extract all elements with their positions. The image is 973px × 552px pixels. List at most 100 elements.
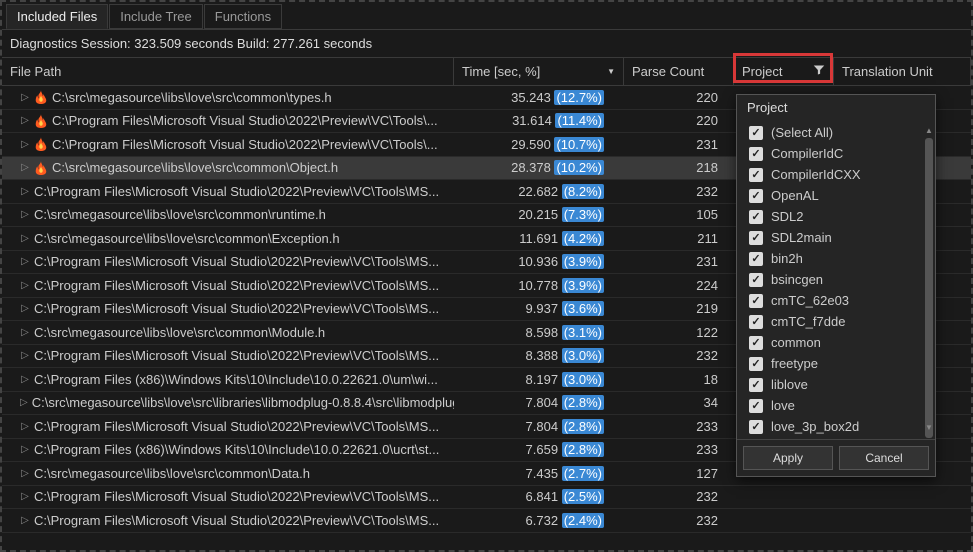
filter-item[interactable]: ✓liblove xyxy=(743,374,929,395)
cell-path: ▷ C:\Program Files\Microsoft Visual Studi… xyxy=(2,511,454,530)
tab-functions[interactable]: Functions xyxy=(204,4,282,29)
filter-item-label: bin2h xyxy=(771,251,803,266)
file-path-text: C:\src\megasource\libs\love\src\librarie… xyxy=(32,395,454,410)
filter-item[interactable]: ✓love xyxy=(743,395,929,416)
col-header-translation[interactable]: Translation Unit xyxy=(834,58,971,85)
scroll-up-icon[interactable]: ▲ xyxy=(925,126,933,136)
expand-icon[interactable]: ▷ xyxy=(20,445,30,455)
checkbox-icon[interactable]: ✓ xyxy=(749,231,763,245)
file-path-text: C:\Program Files\Microsoft Visual Studio… xyxy=(34,419,439,434)
expand-icon[interactable]: ▷ xyxy=(20,257,30,267)
table-row[interactable]: ▷ C:\Program Files\Microsoft Visual Studi… xyxy=(2,486,971,510)
scroll-thumb[interactable] xyxy=(925,138,933,438)
checkbox-icon[interactable]: ✓ xyxy=(749,399,763,413)
checkbox-icon[interactable]: ✓ xyxy=(749,147,763,161)
checkbox-icon[interactable]: ✓ xyxy=(749,168,763,182)
tab-include-tree[interactable]: Include Tree xyxy=(109,4,203,29)
expand-icon[interactable]: ▷ xyxy=(20,398,28,408)
file-path-text: C:\src\megasource\libs\love\src\common\t… xyxy=(52,90,332,105)
tab-included-files[interactable]: Included Files xyxy=(6,4,108,29)
filter-item-label: CompilerIdC xyxy=(771,146,843,161)
filter-item-label: CompilerIdCXX xyxy=(771,167,861,182)
checkbox-icon[interactable]: ✓ xyxy=(749,273,763,287)
expand-icon[interactable]: ▷ xyxy=(20,233,30,243)
pct-badge: (10.7%) xyxy=(554,137,604,152)
cell-rest xyxy=(734,518,971,522)
checkbox-icon[interactable]: ✓ xyxy=(749,420,763,434)
filter-icon[interactable] xyxy=(813,64,825,79)
file-path-text: C:\Program Files\Microsoft Visual Studio… xyxy=(34,301,439,316)
filter-item[interactable]: ✓ CompilerIdCXX xyxy=(743,164,929,185)
file-path-text: C:\src\megasource\libs\love\src\common\E… xyxy=(34,231,340,246)
expand-icon[interactable]: ▷ xyxy=(20,92,30,102)
expand-icon[interactable]: ▷ xyxy=(20,421,30,431)
filter-item[interactable]: ✓bsincgen xyxy=(743,269,929,290)
filter-item[interactable]: ✓ SDL2main xyxy=(743,227,929,248)
expand-icon[interactable]: ▷ xyxy=(20,210,30,220)
checkbox-icon[interactable]: ✓ xyxy=(749,126,763,140)
cancel-button[interactable]: Cancel xyxy=(839,446,929,470)
checkbox-icon[interactable]: ✓ xyxy=(749,357,763,371)
col-header-path[interactable]: File Path xyxy=(2,58,454,85)
filter-popup-list: ▲ ▼ ✓(Select All)✓CompilerIdC✓CompilerId… xyxy=(737,120,935,439)
checkbox-icon[interactable]: ✓ xyxy=(749,210,763,224)
cell-path: ▷ C:\Program Files\Microsoft Visual Studi… xyxy=(2,487,454,506)
flame-icon xyxy=(34,90,48,104)
pct-badge: (7.3%) xyxy=(562,207,604,222)
col-header-project[interactable]: Project xyxy=(734,58,834,85)
checkbox-icon[interactable]: ✓ xyxy=(749,315,763,329)
checkbox-icon[interactable]: ✓ xyxy=(749,378,763,392)
cell-path: ▷C:\Program Files (x86)\Windows Kits\10\… xyxy=(2,370,454,389)
checkbox-icon[interactable]: ✓ xyxy=(749,294,763,308)
expand-icon[interactable]: ▷ xyxy=(20,374,30,384)
apply-button[interactable]: Apply xyxy=(743,446,833,470)
filter-item[interactable]: ✓ bin2h xyxy=(743,248,929,269)
table-row[interactable]: ▷ C:\Program Files\Microsoft Visual Studi… xyxy=(2,509,971,533)
expand-icon[interactable]: ▷ xyxy=(20,351,30,361)
file-path-text: C:\Program Files\Microsoft Visual Studio… xyxy=(52,113,438,128)
cell-path: ▷C:\src\megasource\libs\love\src\common\… xyxy=(2,323,454,342)
expand-icon[interactable]: ▷ xyxy=(20,163,30,173)
pct-badge: (3.9%) xyxy=(562,278,604,293)
filter-item[interactable]: ✓common xyxy=(743,332,929,353)
checkbox-icon[interactable]: ✓ xyxy=(749,336,763,350)
expand-icon[interactable]: ▷ xyxy=(20,468,30,478)
checkbox-icon[interactable]: ✓ xyxy=(749,252,763,266)
filter-item[interactable]: ✓love_3p_box2d xyxy=(743,416,929,437)
scrollbar[interactable]: ▲ ▼ xyxy=(925,126,933,433)
cell-parse: 220 xyxy=(624,88,734,107)
filter-item[interactable]: ✓ CompilerIdC xyxy=(743,143,929,164)
status-text: Diagnostics Session: 323.509 seconds Bui… xyxy=(2,30,971,57)
expand-icon[interactable]: ▷ xyxy=(20,186,30,196)
file-path-text: C:\Program Files\Microsoft Visual Studio… xyxy=(34,489,439,504)
pct-badge: (3.0%) xyxy=(562,372,604,387)
col-header-parse[interactable]: Parse Count xyxy=(624,58,734,85)
expand-icon[interactable]: ▷ xyxy=(20,327,30,337)
expand-icon[interactable]: ▷ xyxy=(20,280,30,290)
expand-icon[interactable]: ▷ xyxy=(20,139,30,149)
expand-icon[interactable]: ▷ xyxy=(20,515,30,525)
expand-icon[interactable]: ▷ xyxy=(20,304,30,314)
filter-item[interactable]: ✓freetype xyxy=(743,353,929,374)
expand-icon[interactable]: ▷ xyxy=(20,492,30,502)
cell-time: 8.598 (3.1%) xyxy=(454,323,624,342)
cell-time: 31.614 (11.4%) xyxy=(454,111,624,130)
cell-parse: 219 xyxy=(624,299,734,318)
filter-item[interactable]: ✓(Select All) xyxy=(743,122,929,143)
filter-item-label: cmTC_62e03 xyxy=(771,293,849,308)
cell-parse: 232 xyxy=(624,346,734,365)
scroll-down-icon[interactable]: ▼ xyxy=(925,423,933,433)
filter-item-label: SDL2main xyxy=(771,230,832,245)
file-path-text: C:\Program Files\Microsoft Visual Studio… xyxy=(34,348,439,363)
filter-item[interactable]: ✓ cmTC_62e03 xyxy=(743,290,929,311)
file-path-text: C:\Program Files\Microsoft Visual Studio… xyxy=(34,513,439,528)
col-header-time[interactable]: Time [sec, %]▼ xyxy=(454,58,624,85)
flame-icon xyxy=(34,161,48,175)
filter-item[interactable]: ✓ OpenAL xyxy=(743,185,929,206)
checkbox-icon[interactable]: ✓ xyxy=(749,189,763,203)
filter-item[interactable]: ✓cmTC_f7dde xyxy=(743,311,929,332)
expand-icon[interactable]: ▷ xyxy=(20,116,30,126)
filter-item[interactable]: ✓SDL2 xyxy=(743,206,929,227)
cell-time: 7.659 (2.8%) xyxy=(454,440,624,459)
filter-item-label: OpenAL xyxy=(771,188,819,203)
